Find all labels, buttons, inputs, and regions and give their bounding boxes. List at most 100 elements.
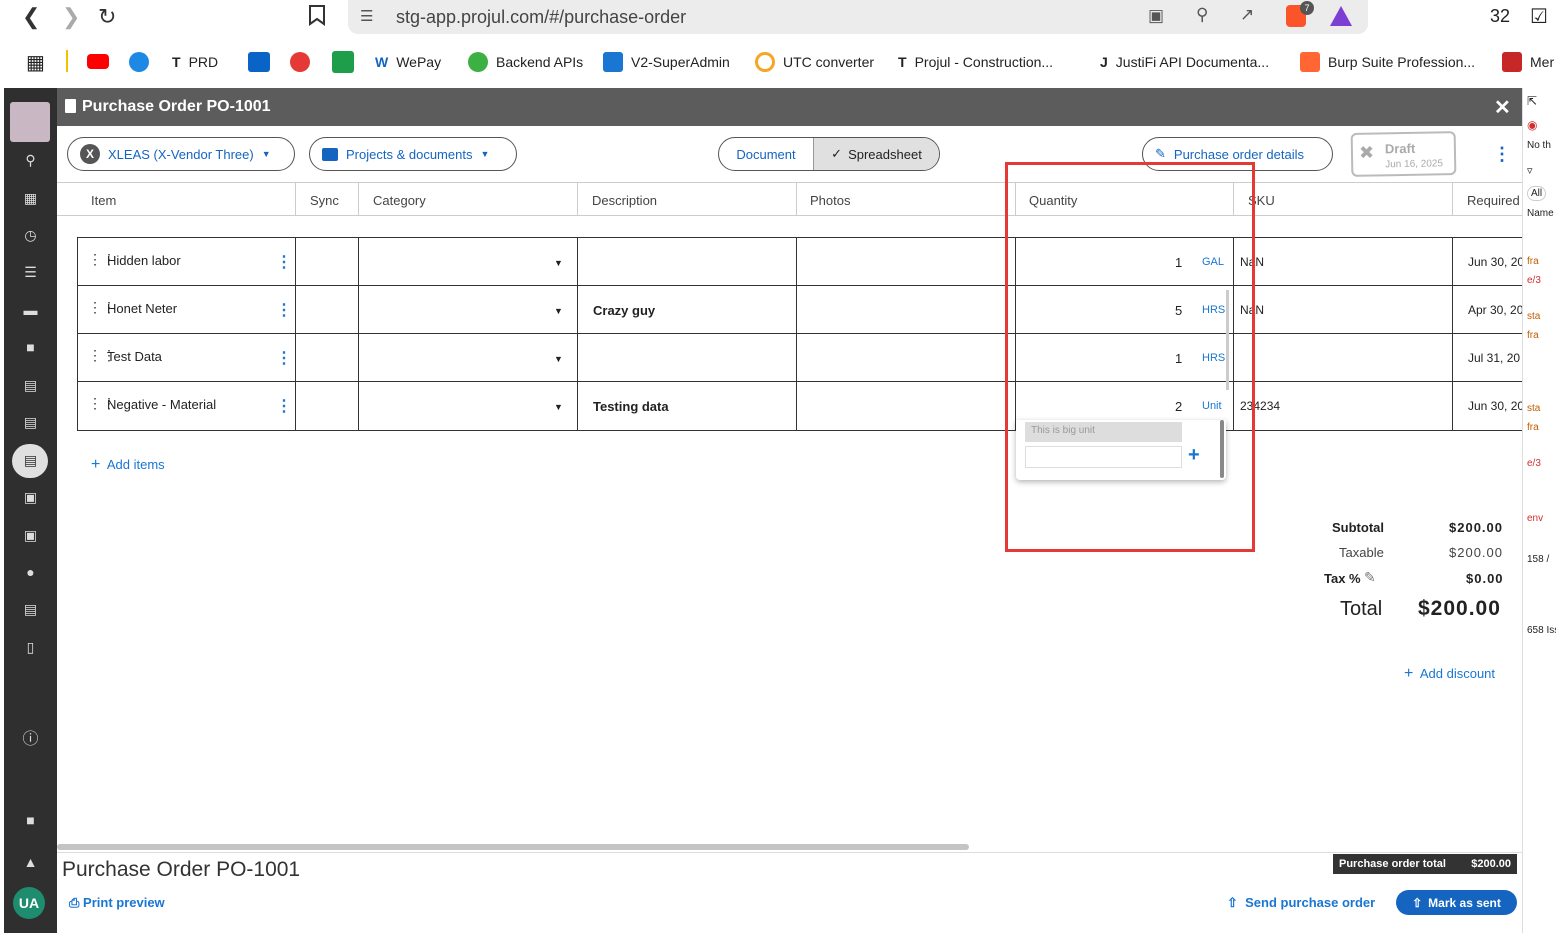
table-cell[interactable]	[295, 334, 296, 382]
reports-icon[interactable]: ▯	[4, 639, 57, 656]
request-entry[interactable]: e/3	[1527, 458, 1541, 469]
people-icon[interactable]: ●	[4, 564, 57, 580]
document-view-button[interactable]: Document	[719, 147, 813, 162]
inspect-icon[interactable]: ⇱	[1527, 94, 1537, 108]
table-row[interactable]: ⋮⋮ Test Data ⋮ ▼ 1 HRS Jul 31, 20	[77, 333, 1522, 382]
bookmark-wepay[interactable]: W WePay	[375, 51, 441, 73]
back-icon[interactable]: ❮	[22, 4, 40, 30]
youtube-icon[interactable]	[87, 54, 109, 69]
record-stop-icon[interactable]: ◉	[1527, 118, 1537, 132]
chevron-down-icon[interactable]: ▼	[554, 306, 563, 316]
add-items-button[interactable]: + Add items	[91, 456, 165, 474]
bookmark-backend-apis[interactable]: Backend APIs	[468, 51, 583, 73]
required-date[interactable]: Jun 30, 20	[1468, 399, 1524, 413]
request-entry[interactable]: fra	[1527, 330, 1539, 341]
share-icon[interactable]: ↗	[1240, 5, 1254, 25]
table-cell[interactable]	[796, 382, 797, 430]
request-entry[interactable]: sta	[1527, 311, 1540, 322]
bookmark-utc[interactable]: UTC converter	[755, 51, 874, 73]
description[interactable]: Testing data	[593, 399, 669, 414]
table-cell[interactable]	[295, 286, 296, 334]
bookmark-superadmin[interactable]: V2-SuperAdmin	[603, 51, 730, 73]
table-cell[interactable]	[77, 286, 78, 334]
table-cell[interactable]	[796, 334, 797, 382]
mark-sent-button[interactable]: ⇧ Mark as sent	[1396, 890, 1517, 915]
table-cell[interactable]	[577, 334, 578, 382]
row-menu-icon[interactable]: ⋮	[276, 252, 292, 272]
apps-icon[interactable]: ▦	[26, 50, 45, 75]
add-discount-button[interactable]: + Add discount	[1404, 665, 1495, 683]
user-avatar[interactable]: UA	[13, 887, 45, 919]
table-cell[interactable]	[77, 238, 78, 286]
bookmark-projul[interactable]: T Projul - Construction...	[898, 51, 1053, 73]
filter-all[interactable]: All	[1527, 186, 1547, 201]
spreadsheet-view-button[interactable]: ✓ Spreadsheet	[813, 138, 939, 170]
col-header-required[interactable]: Required	[1467, 193, 1520, 208]
dashboard-icon[interactable]: ▦	[4, 190, 57, 207]
table-cell[interactable]	[577, 382, 578, 430]
cast-icon[interactable]: ▣	[1148, 6, 1164, 26]
table-cell[interactable]	[1452, 334, 1453, 382]
col-header-photos[interactable]: Photos	[810, 193, 850, 208]
bookmark-icon[interactable]	[308, 4, 326, 26]
col-header-category[interactable]: Category	[373, 193, 426, 208]
site-settings-icon[interactable]: ☰	[360, 7, 373, 25]
table-cell[interactable]	[577, 238, 578, 286]
request-entry[interactable]: fra	[1527, 256, 1539, 267]
table-cell[interactable]	[358, 334, 359, 382]
edit-tax-icon[interactable]: ✎	[1364, 569, 1376, 586]
bookmark-mer[interactable]: Mer	[1502, 51, 1554, 73]
required-date[interactable]: Apr 30, 20	[1468, 303, 1523, 317]
required-date[interactable]: Jun 30, 20	[1468, 255, 1524, 269]
avatar[interactable]	[10, 102, 50, 142]
request-entry[interactable]: env	[1527, 513, 1543, 524]
vendor-select[interactable]: X XLEAS (X-Vendor Three) ▼	[67, 137, 295, 171]
bookmark-prd[interactable]: T PRD	[172, 51, 218, 73]
checkbox-icon[interactable]: ☑	[1530, 4, 1548, 29]
document-icon[interactable]: ▤	[4, 377, 57, 394]
tab-counter[interactable]: 32	[1490, 6, 1510, 27]
forward-icon[interactable]: ❯	[62, 4, 80, 30]
zoom-icon[interactable]: ⚲	[1196, 5, 1208, 25]
bell-icon[interactable]: ▲	[4, 854, 57, 870]
filter-icon[interactable]: ▿	[1527, 164, 1533, 177]
chevron-down-icon[interactable]: ▼	[554, 354, 563, 364]
outlook-icon[interactable]	[248, 52, 270, 72]
map-icon[interactable]: ▤	[4, 601, 57, 618]
table-row[interactable]: ⋮⋮ Hidden labor ⋮ ▼ 1 GAL NaN Jun 30, 20	[77, 237, 1524, 286]
table-cell[interactable]	[77, 334, 78, 382]
table-cell[interactable]	[796, 286, 797, 334]
col-header-item[interactable]: Item	[91, 193, 116, 208]
table-cell[interactable]	[1452, 382, 1453, 430]
description[interactable]: Crazy guy	[593, 303, 655, 318]
photos-icon[interactable]: ▣	[4, 527, 57, 544]
reload-icon[interactable]: ↻	[98, 4, 116, 30]
table-cell[interactable]	[577, 286, 578, 334]
send-po-button[interactable]: ⇧ Send purchase order	[1227, 895, 1375, 911]
folder-icon[interactable]: ■	[4, 339, 57, 355]
gift-icon[interactable]: ■	[4, 812, 57, 828]
projects-documents-button[interactable]: Projects & documents ▼	[309, 137, 517, 171]
row-menu-icon[interactable]: ⋮	[276, 348, 292, 368]
table-cell[interactable]	[295, 238, 296, 286]
truck-icon[interactable]: ▬	[4, 302, 57, 318]
row-menu-icon[interactable]: ⋮	[276, 300, 292, 320]
request-entry[interactable]: fra	[1527, 422, 1539, 433]
bookmark-justifi[interactable]: J JustiFi API Documenta...	[1100, 51, 1269, 73]
search-icon[interactable]: ⚲	[4, 152, 57, 169]
more-menu-icon[interactable]: ⋮	[1493, 144, 1511, 165]
close-icon[interactable]: ✕	[1494, 95, 1511, 120]
table-row[interactable]: ⋮⋮ Negative - Material ⋮ ▼ Testing data 2 Unit…	[77, 381, 1524, 430]
table-cell[interactable]	[358, 238, 359, 286]
tasks-icon[interactable]: ☰	[4, 264, 57, 281]
horizontal-scrollbar[interactable]	[57, 844, 969, 850]
chevron-down-icon[interactable]: ▼	[554, 258, 563, 268]
table-cell[interactable]	[295, 382, 296, 430]
table-cell[interactable]	[1452, 286, 1453, 334]
help-icon[interactable]: ⓘ	[4, 725, 57, 749]
invoice-icon[interactable]: ▤	[4, 414, 57, 431]
row-menu-icon[interactable]: ⋮	[276, 396, 292, 416]
chevron-down-icon[interactable]: ▼	[554, 402, 563, 412]
col-header-sync[interactable]: Sync	[310, 193, 339, 208]
request-entry[interactable]: e/3	[1527, 275, 1541, 286]
